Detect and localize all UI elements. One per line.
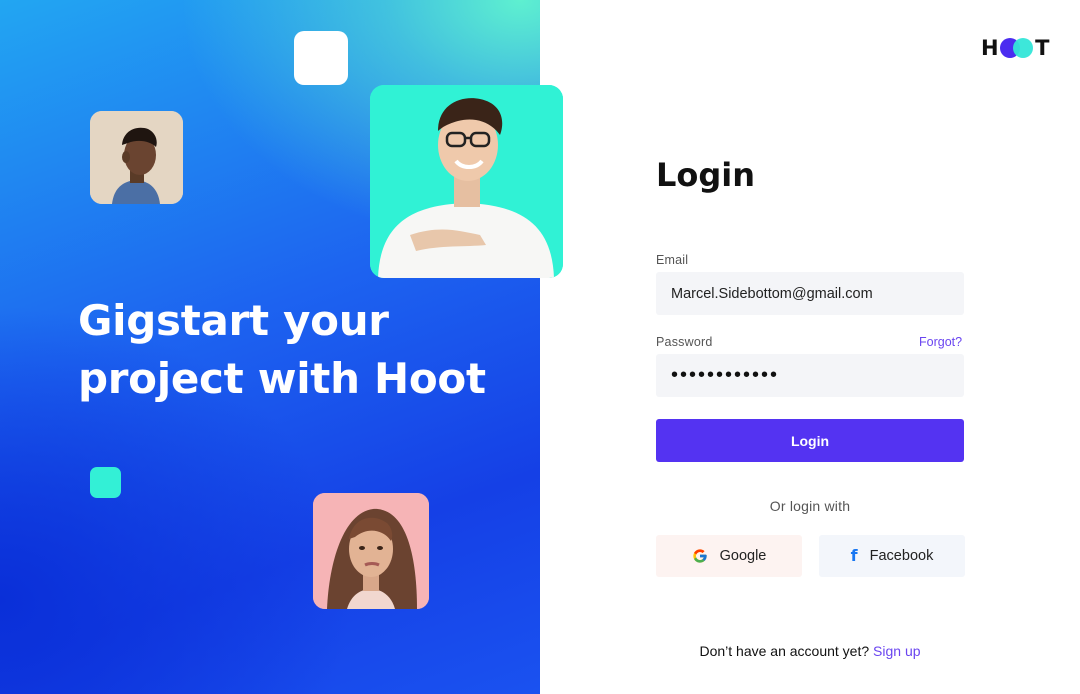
- signup-link[interactable]: Sign up: [873, 643, 920, 659]
- google-login-button[interactable]: Google: [656, 535, 802, 577]
- decorative-cyan-tile: [90, 467, 121, 498]
- avatar-man-profile: [90, 111, 183, 204]
- password-label: Password: [656, 335, 713, 349]
- avatar-man-glasses: [370, 85, 563, 278]
- login-panel: H T Login Email Password Forgot? Login O…: [540, 0, 1080, 694]
- hoot-logo: H T: [981, 36, 1050, 60]
- email-label: Email: [656, 253, 689, 267]
- login-button[interactable]: Login: [656, 419, 964, 462]
- avatar-woman-image: [313, 493, 429, 609]
- email-input[interactable]: [656, 272, 964, 315]
- hero-headline-line-1: Gigstart your: [78, 296, 389, 345]
- decorative-white-tile: [294, 31, 348, 85]
- facebook-login-button[interactable]: f Facebook: [819, 535, 965, 577]
- facebook-button-label: Facebook: [869, 548, 934, 564]
- signup-prompt: Don’t have an account yet? Sign up: [656, 643, 964, 659]
- avatar-man-profile-image: [90, 111, 183, 204]
- logo-circles-icon: [1000, 38, 1034, 58]
- password-input[interactable]: [656, 354, 964, 397]
- login-heading: Login: [656, 156, 756, 194]
- or-login-with-text: Or login with: [769, 498, 851, 514]
- facebook-icon: f: [850, 546, 858, 565]
- hero-panel: Gigstart your project with Hoot: [0, 0, 563, 694]
- hero-headline: Gigstart your project with Hoot: [78, 292, 518, 408]
- logo-letter-t: T: [1035, 36, 1050, 60]
- no-account-text: Don’t have an account yet?: [699, 643, 870, 659]
- google-icon: [692, 549, 707, 563]
- avatar-man-glasses-image: [370, 85, 563, 278]
- hero-headline-line-2: project with Hoot: [78, 354, 486, 403]
- forgot-password-link[interactable]: Forgot?: [919, 335, 962, 349]
- logo-letter-h: H: [981, 36, 1000, 60]
- avatar-woman: [313, 493, 429, 609]
- google-button-label: Google: [719, 548, 767, 564]
